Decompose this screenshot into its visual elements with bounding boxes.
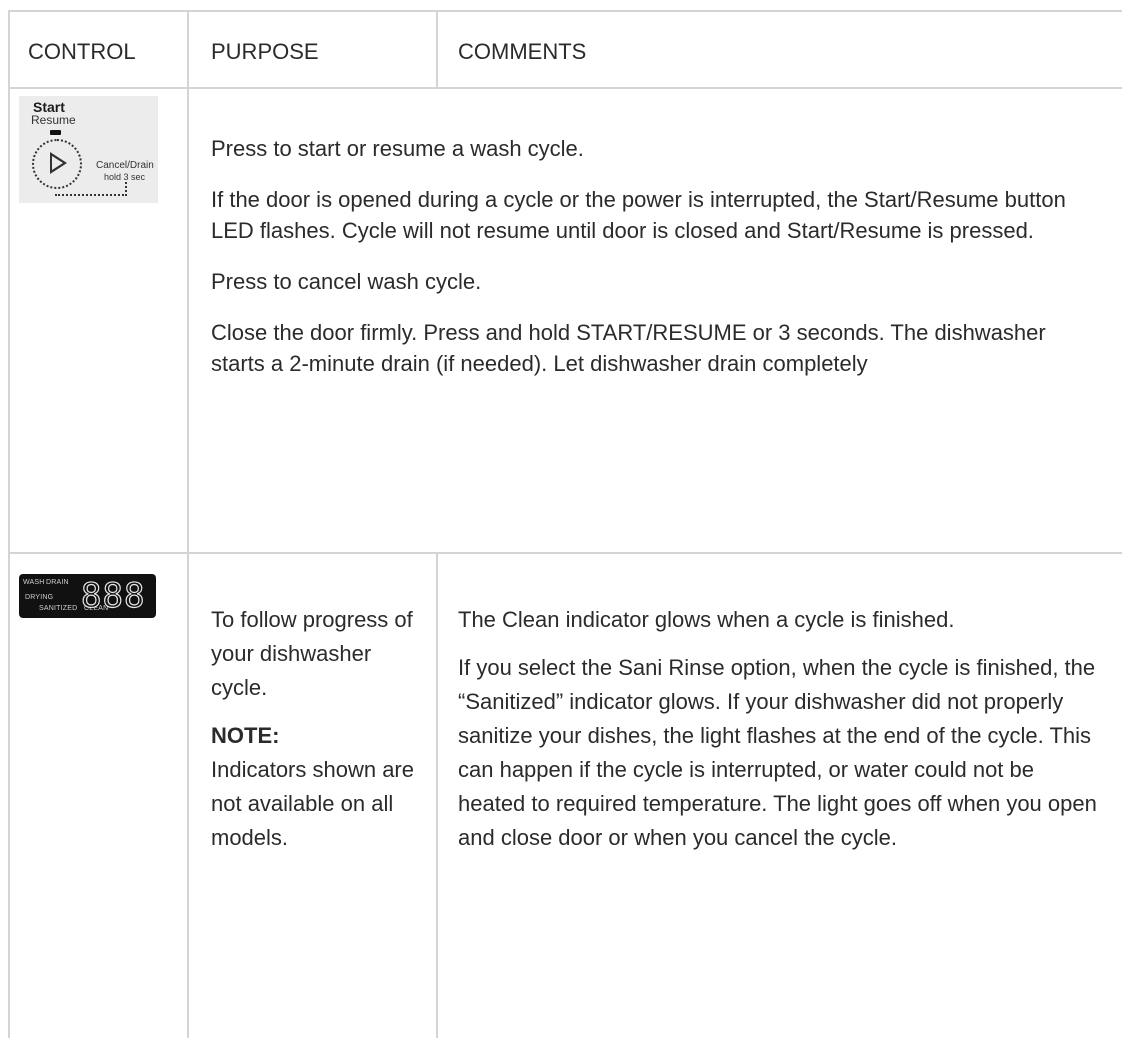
comment-paragraph: The Clean indicator glows when a cycle i…: [458, 607, 955, 632]
wash-label: WASH: [23, 579, 45, 586]
resume-label: Resume: [31, 113, 76, 127]
column-divider-purpose-header: [436, 10, 438, 88]
table-border-top: [8, 10, 1122, 12]
header-comments: COMMENTS: [458, 39, 587, 64]
dotted-tail-icon: [55, 182, 127, 196]
controls-table: CONTROL PURPOSE COMMENTS Start Resume Ca…: [8, 10, 1122, 1038]
paragraph: Press to start or resume a wash cycle.: [211, 136, 584, 161]
row1-description: Press to start or resume a wash cycle. I…: [211, 133, 1101, 399]
note-text: Indicators shown are not available on al…: [211, 757, 414, 850]
note-label: NOTE:: [211, 723, 280, 748]
purpose-text: To follow progress of your dishwasher cy…: [211, 607, 413, 700]
start-resume-button-image: Start Resume Cancel/Drain hold 3 sec: [19, 96, 158, 203]
comment-paragraph: If you select the Sani Rinse option, whe…: [458, 655, 1097, 850]
row2-purpose: To follow progress of your dishwasher cy…: [211, 603, 423, 855]
column-divider-control: [187, 10, 189, 1038]
row-divider: [8, 552, 1122, 554]
hold-label: hold 3 sec: [104, 172, 146, 182]
status-display-image: WASH DRAIN DRYING SANITIZED CLEAN 888: [19, 574, 156, 618]
sanitized-label: SANITIZED: [39, 605, 78, 612]
led-indicator-icon: [50, 130, 61, 135]
play-icon-inner: [52, 156, 63, 170]
table-border-left: [8, 10, 10, 1038]
seven-segment-digits: 888: [80, 576, 146, 616]
cancel-drain-label: Cancel/Drain: [96, 160, 154, 171]
drying-label: DRYING: [25, 594, 54, 601]
header-control: CONTROL: [28, 39, 136, 64]
paragraph: Press to cancel wash cycle.: [211, 269, 482, 294]
column-divider-purpose-row2: [436, 552, 438, 1038]
header-purpose: PURPOSE: [211, 39, 319, 64]
header-divider: [8, 87, 1122, 89]
drain-label: DRAIN: [46, 579, 69, 586]
row2-comments: The Clean indicator glows when a cycle i…: [458, 603, 1098, 875]
paragraph: Close the door firmly. Press and hold ST…: [211, 320, 1046, 376]
paragraph: If the door is opened during a cycle or …: [211, 187, 1066, 243]
